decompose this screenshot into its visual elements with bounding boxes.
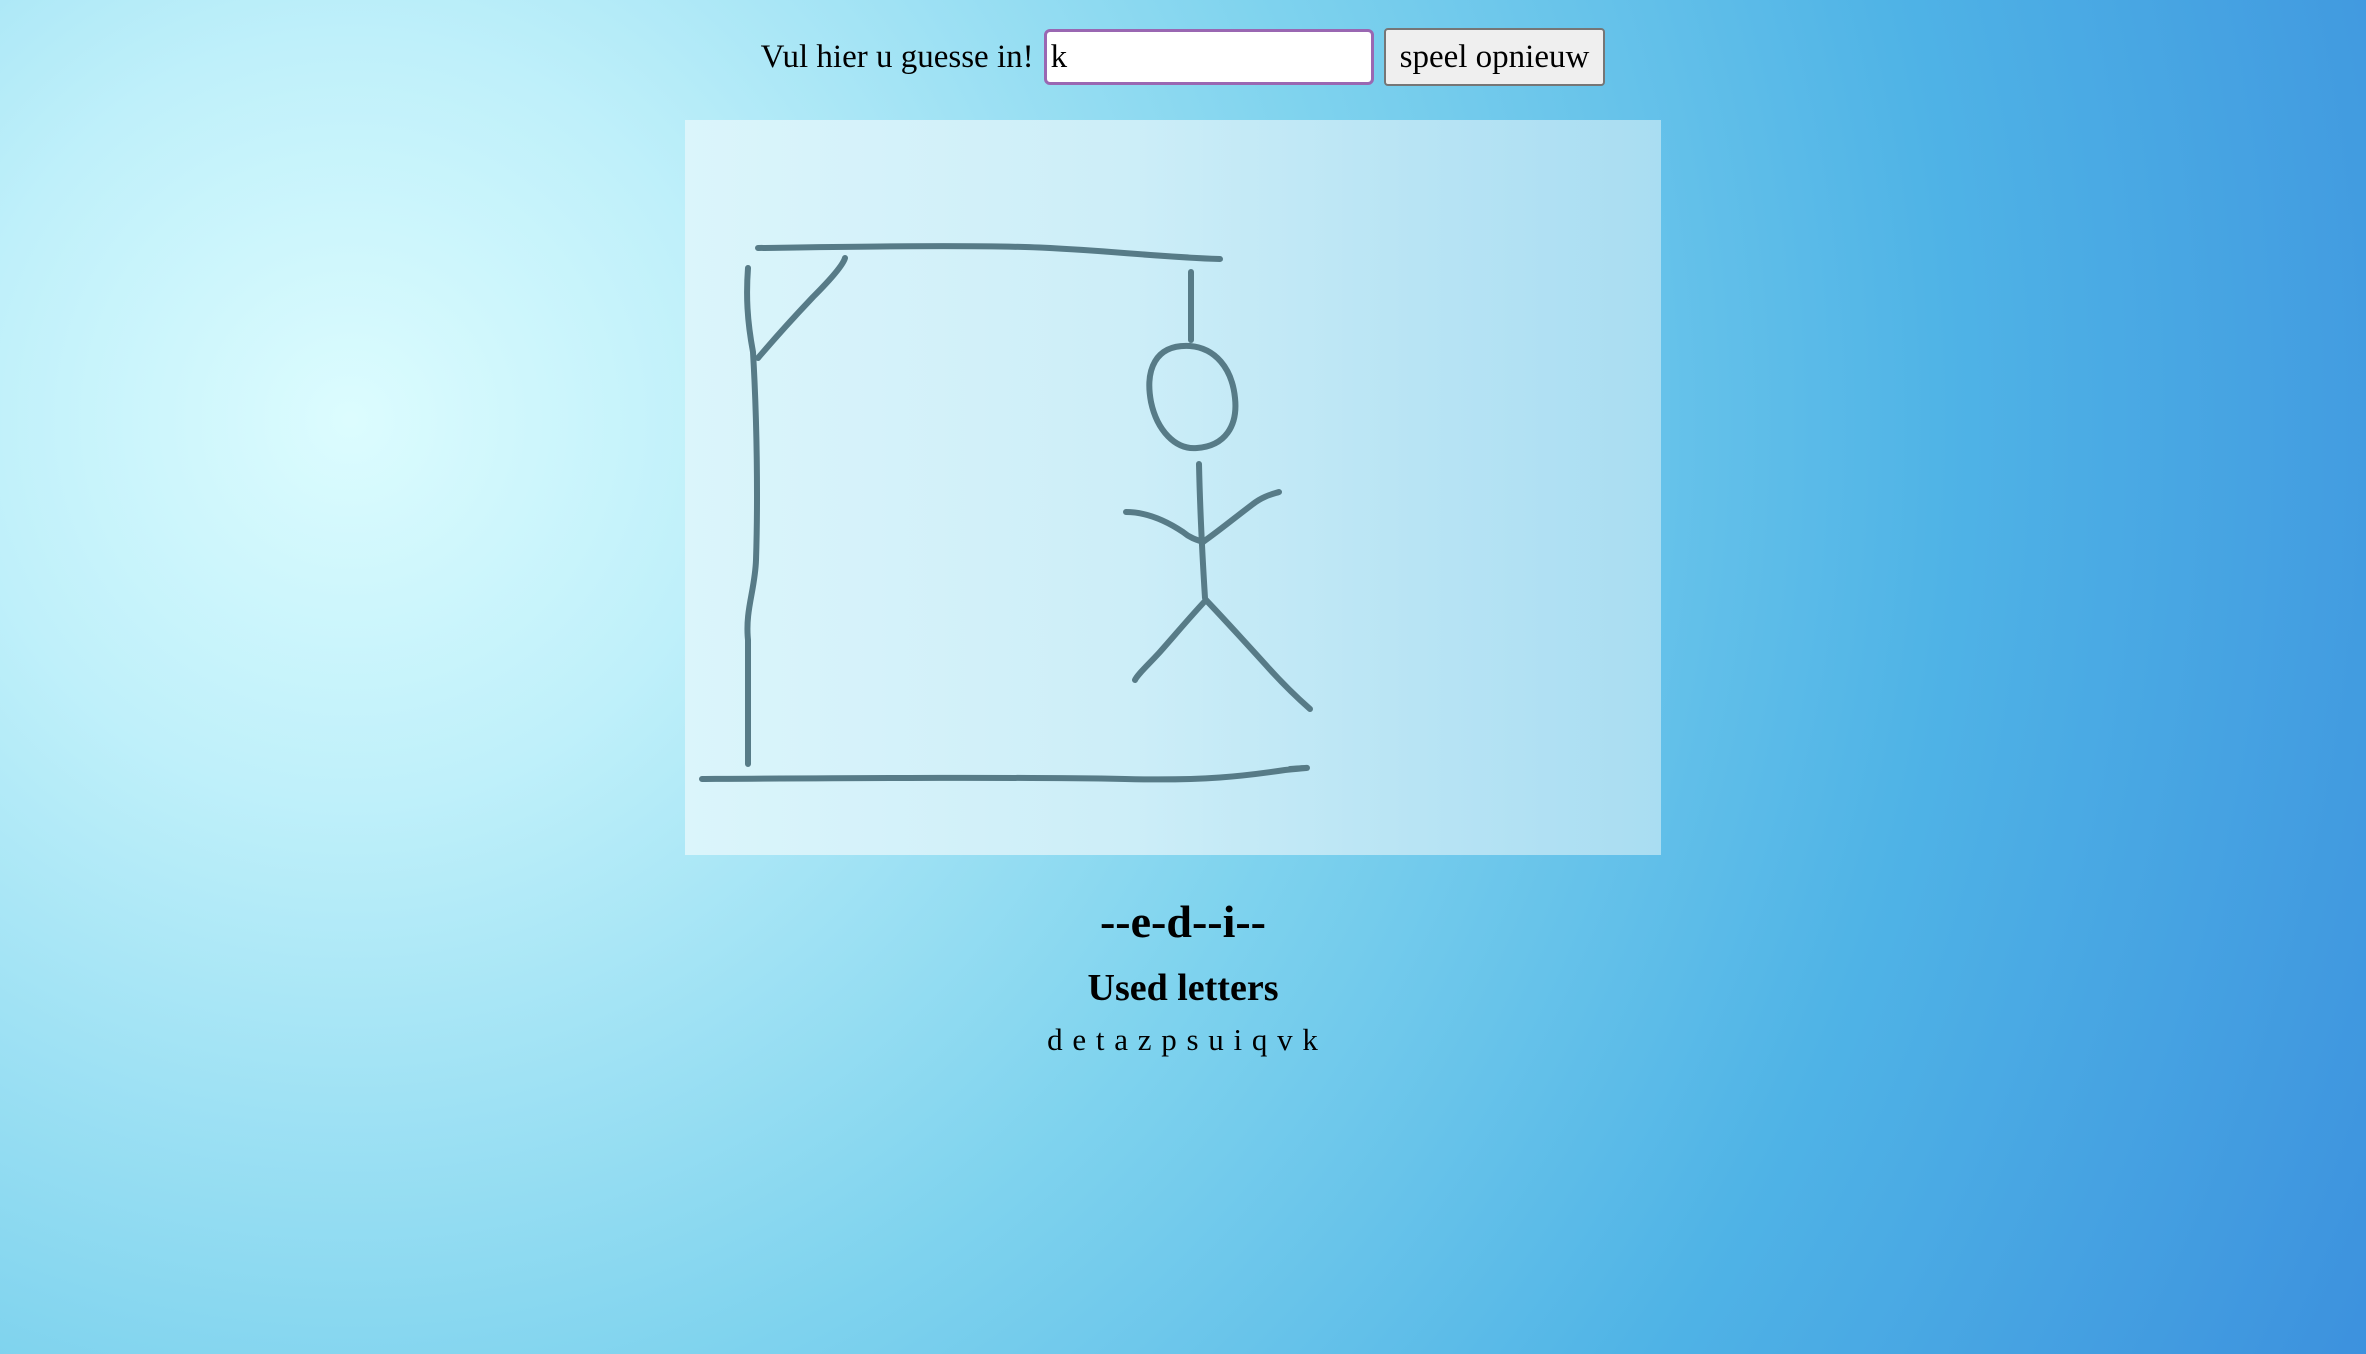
hangman-drawing	[699, 243, 1313, 783]
guess-form: Vul hier u guesse in! speel opnieuw	[0, 28, 2366, 86]
gallows-brace	[755, 255, 848, 361]
hangman-right-leg	[1203, 597, 1313, 712]
hangman-left-arm	[1123, 509, 1206, 545]
used-letters-list: d e t a z p s u i q v k	[1047, 1022, 1319, 1057]
hangman-left-leg	[1132, 597, 1209, 683]
guess-label: Vul hier u guesse in!	[760, 39, 1034, 75]
gallows-beam	[755, 243, 1223, 262]
hangman-body	[1196, 461, 1208, 601]
masked-word: --e-d--i--	[1099, 896, 1266, 947]
gallows-base	[699, 764, 1310, 783]
guess-input[interactable]	[1043, 29, 1374, 85]
hangman-head	[1146, 342, 1239, 452]
replay-button[interactable]: speel opnieuw	[1383, 28, 1606, 86]
hangman-right-arm	[1200, 489, 1282, 545]
hangman-board	[685, 120, 1661, 855]
used-letters-title: Used letters	[1087, 967, 1279, 1009]
gallows-pole	[744, 265, 760, 767]
